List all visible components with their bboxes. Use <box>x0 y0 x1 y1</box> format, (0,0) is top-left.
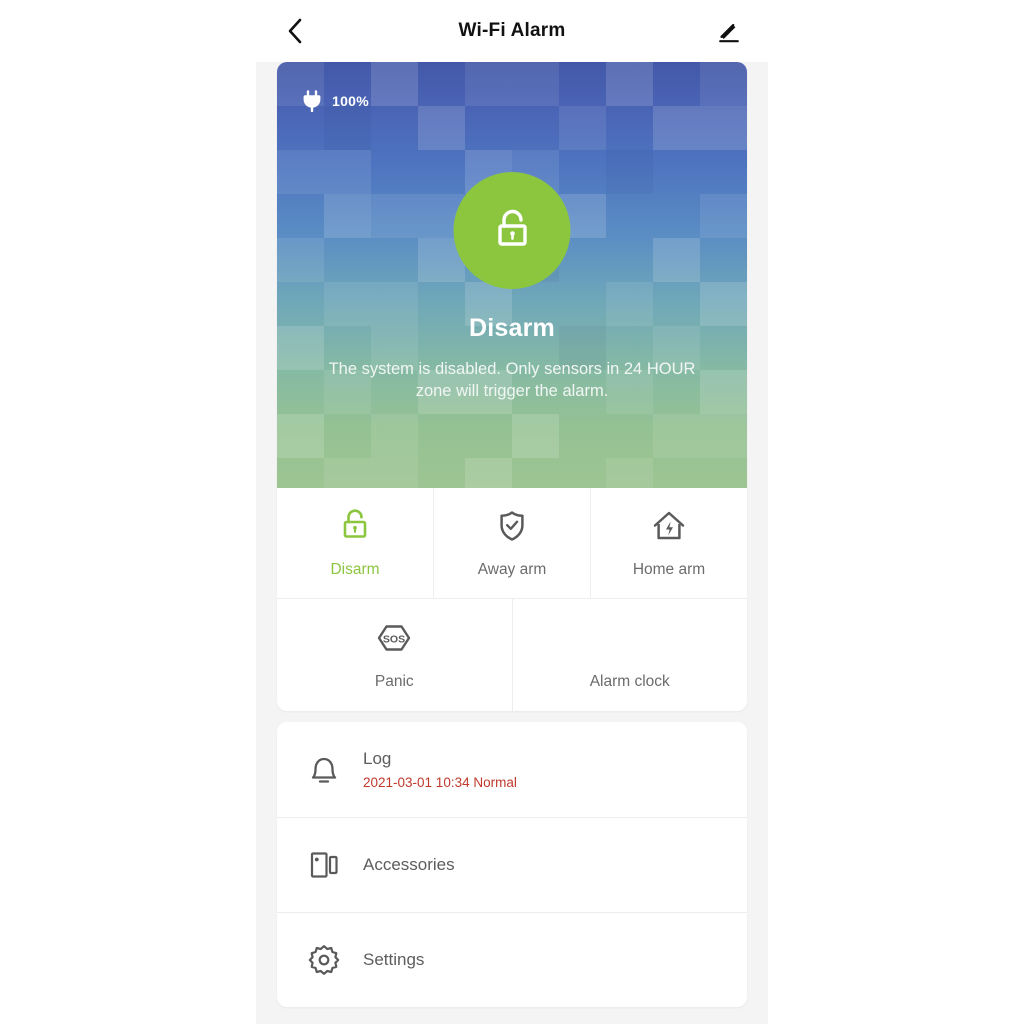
mode-buttons-row: Disarm Away arm Home arm <box>277 488 747 598</box>
battery-percent: 100% <box>332 93 370 109</box>
shield-check-icon <box>500 511 524 541</box>
mode-icon-slot <box>339 507 371 545</box>
alarm-status-card: 100% Disarm The system is disabled. Only… <box>277 62 747 711</box>
status-description: The system is disabled. Only sensors in … <box>328 360 696 400</box>
status-title: Disarm <box>469 314 555 342</box>
mode-label: Alarm clock <box>589 673 670 690</box>
page-title: Wi-Fi Alarm <box>458 20 566 41</box>
mode-label: Panic <box>374 673 414 690</box>
menu-list-card: Log 2021-03-01 10:34 Normal Accessories <box>277 722 747 1007</box>
list-item-log[interactable]: Log 2021-03-01 10:34 Normal <box>277 722 747 817</box>
bell-icon <box>311 757 337 783</box>
edit-button[interactable] <box>712 14 746 48</box>
mode-button-alarm-clock[interactable]: Alarm clock <box>511 599 748 711</box>
mode-buttons-row-secondary: SOS Panic Alarm clock <box>277 598 747 711</box>
scroll-body: 100% Disarm The system is disabled. Only… <box>256 62 768 1007</box>
mode-label: Home arm <box>632 561 706 578</box>
app-root: Wi-Fi Alarm 100% Disarm The system is di… <box>0 0 1024 1024</box>
row-icon-slot <box>301 751 347 789</box>
mode-button-panic[interactable]: SOS Panic <box>277 599 512 711</box>
row-text-block: Accessories <box>363 855 455 875</box>
row-subtitle: 2021-03-01 10:34 Normal <box>363 775 517 790</box>
phone-viewport: Wi-Fi Alarm 100% Disarm The system is di… <box>256 0 768 1024</box>
row-icon-slot <box>301 848 347 882</box>
mode-icon-slot: SOS <box>375 619 413 657</box>
sos-hexagon-icon: SOS <box>378 625 411 651</box>
mode-label: Disarm <box>330 561 380 578</box>
battery-status: 100% <box>303 90 369 112</box>
mode-label: Away arm <box>477 561 547 578</box>
unlock-icon <box>343 509 367 538</box>
row-title: Log <box>363 749 392 768</box>
unlock-icon <box>497 209 527 246</box>
row-title: Settings <box>363 950 425 969</box>
house-bolt-icon <box>653 511 685 540</box>
row-text-block: Settings <box>363 950 424 970</box>
row-text-block: Log 2021-03-01 10:34 Normal <box>363 749 517 790</box>
app-header: Wi-Fi Alarm <box>256 0 768 62</box>
status-hero: 100% Disarm The system is disabled. Only… <box>277 62 747 488</box>
mode-button-away-arm[interactable]: Away arm <box>433 488 590 598</box>
list-item-settings[interactable]: Settings <box>277 912 747 1007</box>
door-sensor-icon <box>310 852 338 878</box>
row-icon-slot <box>301 943 347 977</box>
power-plug-icon <box>303 90 321 112</box>
mode-button-home-arm[interactable]: Home arm <box>590 488 747 598</box>
mode-button-disarm[interactable]: Disarm <box>277 488 433 598</box>
row-title: Accessories <box>363 855 455 874</box>
mode-icon-slot <box>496 507 528 545</box>
svg-text:SOS: SOS <box>383 633 405 645</box>
pencil-icon <box>719 23 739 43</box>
back-button[interactable] <box>278 14 312 48</box>
gear-icon <box>308 945 340 975</box>
status-toggle-button[interactable] <box>453 172 571 289</box>
list-item-accessories[interactable]: Accessories <box>277 817 747 912</box>
mode-icon-slot <box>651 507 687 545</box>
chevron-left-icon <box>288 18 302 44</box>
